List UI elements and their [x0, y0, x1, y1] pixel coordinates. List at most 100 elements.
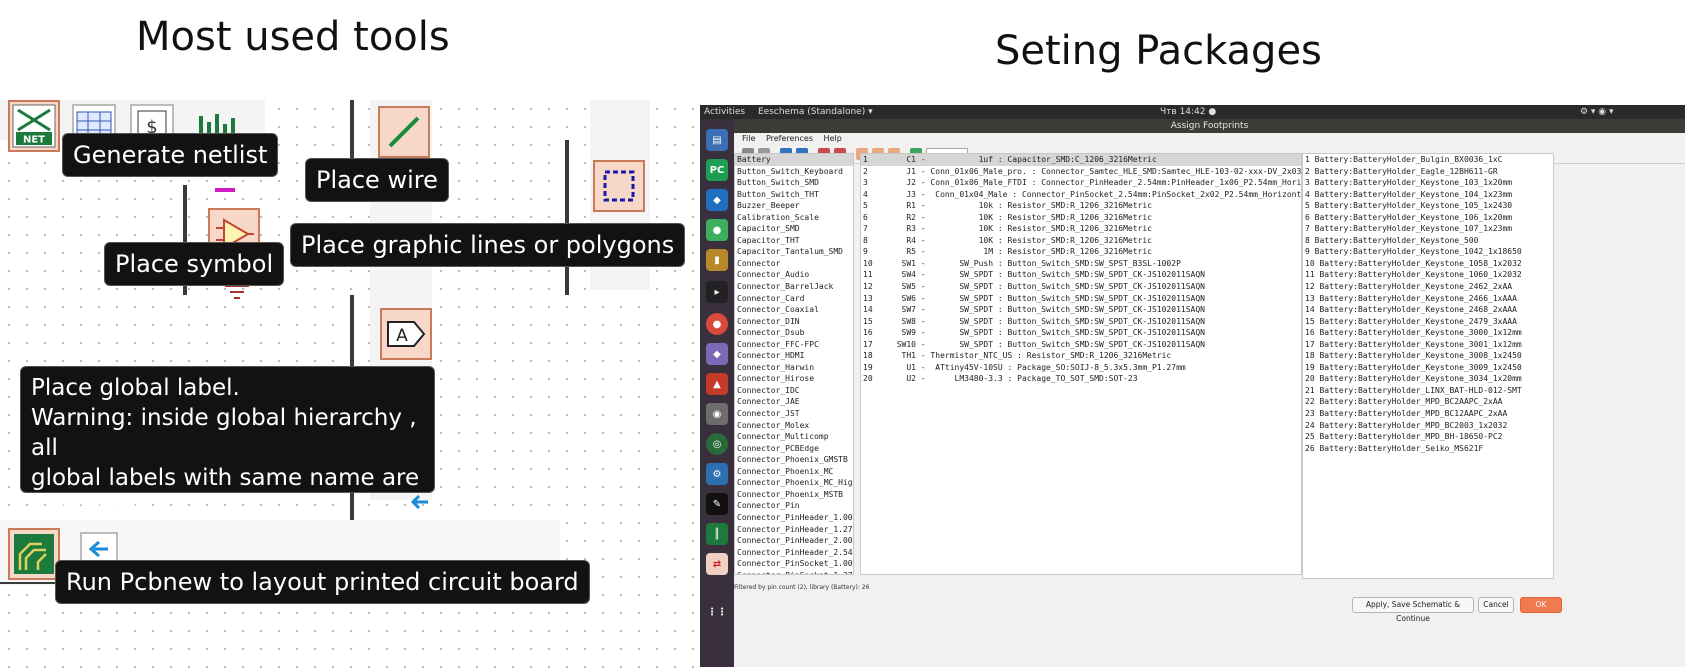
- library-item[interactable]: Connector_Hirose: [735, 373, 853, 385]
- inkscape-icon[interactable]: ✎: [706, 493, 728, 515]
- library-item[interactable]: Connector_PCBEdge: [735, 443, 853, 455]
- component-row[interactable]: 8 R4 - 10K : Resistor_SMD:R_1206_3216Met…: [861, 235, 1301, 247]
- footprint-row[interactable]: 3 Battery:BatteryHolder_Keystone_103_1x2…: [1303, 177, 1553, 189]
- library-item[interactable]: Connector_IDC: [735, 385, 853, 397]
- component-row[interactable]: 14 SW7 - SW_SPDT : Button_Switch_SMD:SW_…: [861, 304, 1301, 316]
- component-row[interactable]: 2 J1 - Conn_01x06_Male_pro. : Connector_…: [861, 166, 1301, 178]
- footprint-row[interactable]: 14 Battery:BatteryHolder_Keystone_2468_2…: [1303, 304, 1553, 316]
- library-item[interactable]: Connector_Coaxial: [735, 304, 853, 316]
- library-item[interactable]: Connector_FFC-FPC: [735, 339, 853, 351]
- component-row[interactable]: 1 C1 - 1uf : Capacitor_SMD:C_1206_3216Me…: [861, 154, 1301, 166]
- footprint-row[interactable]: 12 Battery:BatteryHolder_Keystone_2462_2…: [1303, 281, 1553, 293]
- library-item[interactable]: Connector_Card: [735, 293, 853, 305]
- component-row[interactable]: 20 U2 - LM3480-3.3 : Package_TO_SOT_SMD:…: [861, 373, 1301, 385]
- footprint-row[interactable]: 19 Battery:BatteryHolder_Keystone_3009_1…: [1303, 362, 1553, 374]
- footprint-row[interactable]: 4 Battery:BatteryHolder_Keystone_104_1x2…: [1303, 189, 1553, 201]
- place-wire-button[interactable]: [378, 106, 430, 158]
- document-icon[interactable]: ▮: [706, 249, 728, 271]
- library-item[interactable]: Connector_PinSocket_1.00mm: [735, 558, 853, 570]
- library-item[interactable]: Connector_Phoenix_MC_HighVoltage: [735, 477, 853, 489]
- component-row[interactable]: 13 SW6 - SW_SPDT : Button_Switch_SMD:SW_…: [861, 293, 1301, 305]
- library-item[interactable]: Connector_PinHeader_1.00mm: [735, 512, 853, 524]
- run-pcbnew-button[interactable]: [8, 528, 60, 580]
- library-list[interactable]: Battery Button_Switch_Keyboard Button_Swit…: [734, 153, 854, 575]
- library-item[interactable]: Button_Switch_THT: [735, 189, 853, 201]
- library-item[interactable]: Button_Switch_SMD: [735, 177, 853, 189]
- android-icon[interactable]: ●: [706, 219, 728, 241]
- footprint-row[interactable]: 18 Battery:BatteryHolder_Keystone_3008_1…: [1303, 350, 1553, 362]
- component-row[interactable]: 4 J3 - Conn_01x04_Male : Connector_PinSo…: [861, 189, 1301, 201]
- component-row[interactable]: 7 R3 - 10K : Resistor_SMD:R_1206_3216Met…: [861, 223, 1301, 235]
- component-row[interactable]: 5 R1 - 10k : Resistor_SMD:R_1206_3216Met…: [861, 200, 1301, 212]
- footprint-row[interactable]: 22 Battery:BatteryHolder_MPD_BC2AAPC_2xA…: [1303, 396, 1553, 408]
- globe-icon[interactable]: ◎: [706, 433, 728, 455]
- component-row[interactable]: 11 SW4 - SW_SPDT : Button_Switch_SMD:SW_…: [861, 269, 1301, 281]
- library-item[interactable]: Connector_Phoenix_MSTB: [735, 489, 853, 501]
- component-row[interactable]: 10 SW1 - SW_Push : Button_Switch_SMD:SW_…: [861, 258, 1301, 270]
- library-item[interactable]: Connector_PinHeader_2.00mm: [735, 535, 853, 547]
- red-app-icon[interactable]: ▲: [706, 373, 728, 395]
- menu-help[interactable]: Help: [824, 134, 842, 143]
- diamond-icon[interactable]: ◆: [706, 343, 728, 365]
- component-row[interactable]: 17 SW10 - SW_SPDT : Button_Switch_SMD:SW…: [861, 339, 1301, 351]
- component-row[interactable]: 6 R2 - 10K : Resistor_SMD:R_1206_3216Met…: [861, 212, 1301, 224]
- footprint-row[interactable]: 11 Battery:BatteryHolder_Keystone_1060_1…: [1303, 269, 1553, 281]
- library-item[interactable]: Connector_Pin: [735, 500, 853, 512]
- footprint-row[interactable]: 25 Battery:BatteryHolder_MPD_BH-18650-PC…: [1303, 431, 1553, 443]
- library-item[interactable]: Connector_PinHeader_1.27mm: [735, 524, 853, 536]
- library-item[interactable]: Connector: [735, 258, 853, 270]
- library-item[interactable]: Connector_Dsub: [735, 327, 853, 339]
- library-item[interactable]: Capacitor_Tantalum_SMD: [735, 246, 853, 258]
- library-item[interactable]: Connector_Phoenix_MC: [735, 466, 853, 478]
- gimp-icon[interactable]: ◉: [706, 403, 728, 425]
- library-item[interactable]: Battery: [735, 154, 853, 166]
- footprint-row[interactable]: 20 Battery:BatteryHolder_Keystone_3034_1…: [1303, 373, 1553, 385]
- footprint-row[interactable]: 15 Battery:BatteryHolder_Keystone_2479_3…: [1303, 316, 1553, 328]
- footprint-row[interactable]: 16 Battery:BatteryHolder_Keystone_3000_1…: [1303, 327, 1553, 339]
- system-tray-icons[interactable]: ⚙ ▾ ◉ ▾: [1580, 105, 1614, 119]
- terminal-icon[interactable]: ▸: [706, 281, 728, 303]
- library-item[interactable]: Connector_Phoenix_GMSTB: [735, 454, 853, 466]
- generate-netlist-button[interactable]: NET: [8, 100, 60, 152]
- footprint-row[interactable]: 17 Battery:BatteryHolder_Keystone_3001_1…: [1303, 339, 1553, 351]
- menu-preferences[interactable]: Preferences: [766, 134, 813, 143]
- library-item[interactable]: Connector_Multicomp: [735, 431, 853, 443]
- footprint-row[interactable]: 2 Battery:BatteryHolder_Eagle_12BH611-GR: [1303, 166, 1553, 178]
- library-item[interactable]: Connector_Audio: [735, 269, 853, 281]
- library-item[interactable]: Connector_DIN: [735, 316, 853, 328]
- footprint-row[interactable]: 23 Battery:BatteryHolder_MPD_BC12AAPC_2x…: [1303, 408, 1553, 420]
- footprint-row[interactable]: 1 Battery:BatteryHolder_Bulgin_BX0036_1x…: [1303, 154, 1553, 166]
- activities-button[interactable]: Activities: [704, 105, 745, 119]
- gear-app-icon[interactable]: ⚙: [706, 463, 728, 485]
- component-row[interactable]: 19 U1 - ATtiny45V-10SU : Package_SO:SOIJ…: [861, 362, 1301, 374]
- component-row[interactable]: 18 TH1 - Thermistor_NTC_US : Resistor_SM…: [861, 350, 1301, 362]
- footprint-row[interactable]: 24 Battery:BatteryHolder_MPD_BC2003_1x20…: [1303, 420, 1553, 432]
- library-item[interactable]: Connector_HDMI: [735, 350, 853, 362]
- pcb-app-icon[interactable]: ║: [706, 523, 728, 545]
- app-menu[interactable]: Eeschema (Standalone) ▾: [758, 105, 873, 119]
- library-item[interactable]: Button_Switch_Keyboard: [735, 166, 853, 178]
- library-item[interactable]: Connector_BarrelJack: [735, 281, 853, 293]
- files-icon[interactable]: ▤: [706, 129, 728, 151]
- footprint-row[interactable]: 9 Battery:BatteryHolder_Keystone_1042_1x…: [1303, 246, 1553, 258]
- component-row[interactable]: 15 SW8 - SW_SPDT : Button_Switch_SMD:SW_…: [861, 316, 1301, 328]
- component-row[interactable]: 3 J2 - Conn_01x06_Male_FTDI : Connector_…: [861, 177, 1301, 189]
- library-item[interactable]: Buzzer_Beeper: [735, 200, 853, 212]
- footprint-list[interactable]: 1 Battery:BatteryHolder_Bulgin_BX0036_1x…: [1302, 153, 1554, 579]
- library-item[interactable]: Connector_Harwin: [735, 362, 853, 374]
- library-item[interactable]: Connector_PinHeader_2.54mm: [735, 547, 853, 559]
- component-list[interactable]: 1 C1 - 1uf : Capacitor_SMD:C_1206_3216Me…: [860, 153, 1302, 575]
- place-global-label-button[interactable]: A: [380, 308, 432, 360]
- menu-file[interactable]: File: [742, 134, 755, 143]
- footprint-row[interactable]: 10 Battery:BatteryHolder_Keystone_1058_1…: [1303, 258, 1553, 270]
- footprint-row[interactable]: 21 Battery:BatteryHolder_LINX_BAT-HLD-01…: [1303, 385, 1553, 397]
- place-graphic-lines-button[interactable]: [593, 160, 645, 212]
- footprint-row[interactable]: 13 Battery:BatteryHolder_Keystone_2466_1…: [1303, 293, 1553, 305]
- footprint-row[interactable]: 5 Battery:BatteryHolder_Keystone_105_1x2…: [1303, 200, 1553, 212]
- library-item[interactable]: Connector_PinSocket_1.27mm: [735, 570, 853, 574]
- library-item[interactable]: Connector_JST: [735, 408, 853, 420]
- apply-save-button[interactable]: Apply, Save Schematic & Continue: [1352, 597, 1474, 623]
- component-row[interactable]: 12 SW5 - SW_SPDT : Button_Switch_SMD:SW_…: [861, 281, 1301, 293]
- library-item[interactable]: Connector_JAE: [735, 396, 853, 408]
- library-item[interactable]: Capacitor_SMD: [735, 223, 853, 235]
